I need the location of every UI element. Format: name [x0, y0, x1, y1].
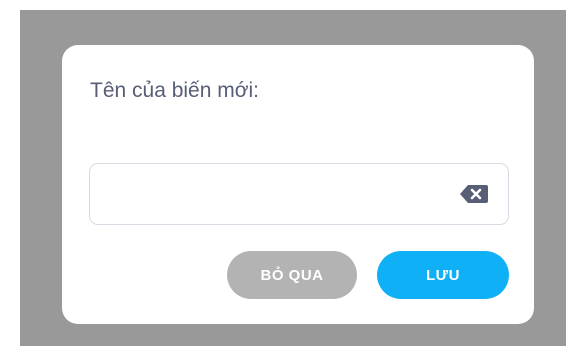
save-button[interactable]: LƯU	[377, 251, 509, 299]
dialog-title: Tên của biến mới:	[90, 79, 260, 102]
clear-backspace-icon[interactable]	[459, 184, 489, 204]
variable-name-field	[89, 163, 509, 226]
new-variable-dialog: Tên của biến mới: BỎ QUA LƯU	[62, 45, 534, 324]
variable-name-input[interactable]	[102, 164, 456, 226]
cancel-button[interactable]: BỎ QUA	[227, 251, 357, 299]
